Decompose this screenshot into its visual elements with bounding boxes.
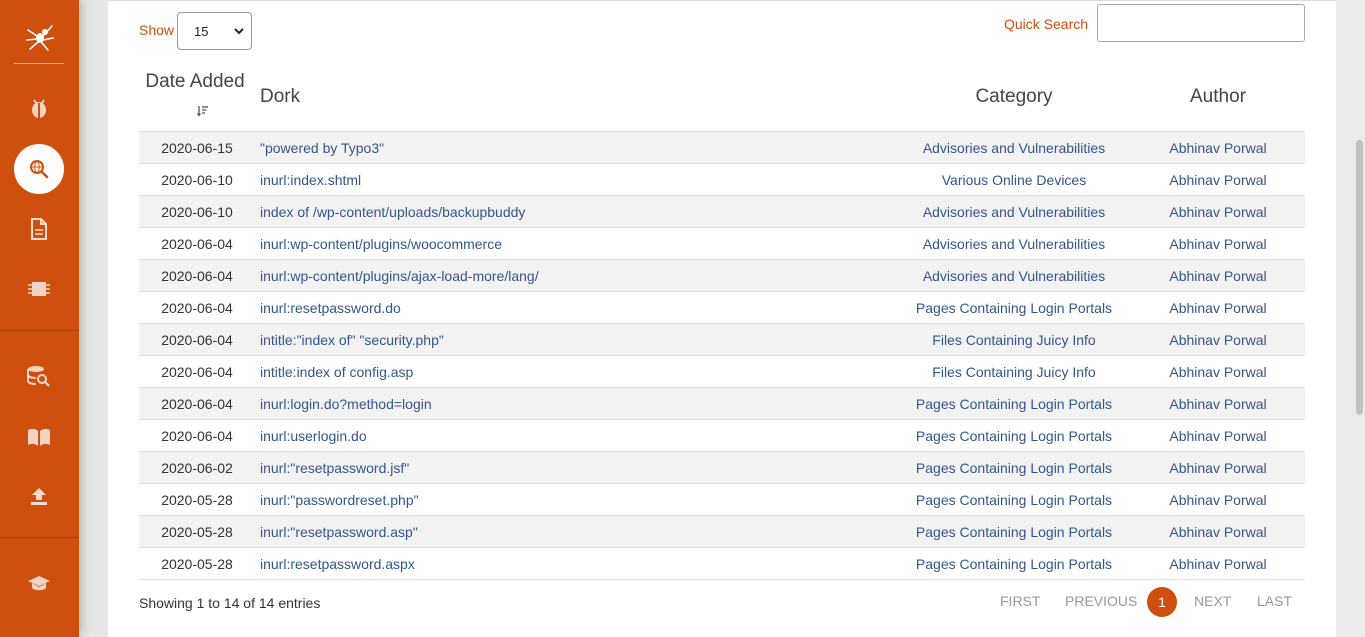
column-header-dork[interactable]: Dork — [260, 86, 300, 108]
dork-link[interactable]: inurl:"resetpassword.asp" — [260, 524, 418, 540]
author-link[interactable]: Abhinav Porwal — [1118, 140, 1318, 156]
author-link[interactable]: Abhinav Porwal — [1118, 556, 1318, 572]
spider-logo-icon[interactable] — [24, 20, 56, 52]
dork-link[interactable]: inurl:index.shtml — [260, 172, 361, 188]
dork-link[interactable]: inurl:"resetpassword.jsf" — [260, 460, 409, 476]
date-cell: 2020-06-04 — [161, 396, 233, 412]
dork-link[interactable]: intitle:"index of" "security.php" — [260, 332, 444, 348]
date-cell: 2020-06-04 — [161, 428, 233, 444]
date-cell: 2020-06-02 — [161, 460, 233, 476]
author-link[interactable]: Abhinav Porwal — [1118, 460, 1318, 476]
author-link[interactable]: Abhinav Porwal — [1118, 236, 1318, 252]
entries-per-page-select[interactable]: 15 — [177, 12, 252, 50]
table-row: 2020-06-10 index of /wp-content/uploads/b… — [139, 196, 1305, 228]
sort-descending-icon[interactable] — [196, 104, 209, 122]
table-row: 2020-06-04 inurl:wp-content/plugins/ajax-… — [139, 260, 1305, 292]
dork-link[interactable]: inurl:resetpassword.do — [260, 300, 401, 316]
table-row: 2020-05-28 inurl:resetpassword.aspx Pages … — [139, 548, 1305, 580]
quick-search-input[interactable] — [1097, 4, 1305, 42]
book-icon[interactable] — [27, 425, 51, 449]
date-cell: 2020-05-28 — [161, 492, 233, 508]
table-row: 2020-05-28 inurl:"resetpassword.asp" Pages… — [139, 516, 1305, 548]
date-cell: 2020-06-04 — [161, 236, 233, 252]
upload-icon[interactable] — [27, 484, 51, 508]
table-row: 2020-06-04 inurl:userlogin.do Pages Contai… — [139, 420, 1305, 452]
show-entries-label: Show — [139, 22, 175, 38]
author-link[interactable]: Abhinav Porwal — [1118, 172, 1318, 188]
author-link[interactable]: Abhinav Porwal — [1118, 364, 1318, 380]
pagination-last[interactable]: LAST — [1257, 593, 1292, 609]
dork-table-card: Show 15 Quick Search Date Added Dork Cat… — [108, 0, 1336, 637]
date-cell: 2020-06-04 — [161, 300, 233, 316]
file-icon[interactable] — [27, 217, 51, 241]
table-row: 2020-06-04 intitle:"index of" "security.p… — [139, 324, 1305, 356]
date-cell: 2020-06-10 — [161, 172, 233, 188]
sidebar — [0, 0, 79, 637]
pagination-previous[interactable]: PREVIOUS — [1065, 593, 1137, 609]
page-gutter — [79, 0, 108, 637]
table-row: 2020-06-15 "powered by Typo3" Advisories a… — [139, 132, 1305, 164]
date-cell: 2020-06-15 — [161, 140, 233, 156]
date-cell: 2020-06-04 — [161, 364, 233, 380]
dork-link[interactable]: "powered by Typo3" — [260, 140, 384, 156]
pagination-current-page[interactable]: 1 — [1147, 587, 1177, 617]
logo-divider — [14, 63, 64, 64]
dork-link[interactable]: intitle:index of config.asp — [260, 364, 413, 380]
pagination-first[interactable]: FIRST — [1000, 593, 1040, 609]
table-row: 2020-06-04 intitle:index of config.asp Fil… — [139, 356, 1305, 388]
entries-info: Showing 1 to 14 of 14 entries — [139, 595, 321, 611]
dork-link[interactable]: inurl:wp-content/plugins/ajax-load-more/… — [260, 268, 539, 284]
entries-per-page-value: 15 — [194, 23, 209, 39]
google-hacking-database-icon[interactable] — [14, 144, 64, 194]
date-cell: 2020-06-04 — [161, 268, 233, 284]
table-row: 2020-06-10 inurl:index.shtml Various Onlin… — [139, 164, 1305, 196]
scrollbar-thumb[interactable] — [1356, 140, 1363, 415]
dork-link[interactable]: inurl:resetpassword.aspx — [260, 556, 415, 572]
dork-link[interactable]: inurl:wp-content/plugins/woocommerce — [260, 236, 502, 252]
table-row: 2020-06-04 inurl:wp-content/plugins/wooco… — [139, 228, 1305, 260]
author-link[interactable]: Abhinav Porwal — [1118, 396, 1318, 412]
date-cell: 2020-06-04 — [161, 332, 233, 348]
dork-link[interactable]: inurl:"passwordreset.php" — [260, 492, 419, 508]
table-row: 2020-06-04 inurl:login.do?method=login Pag… — [139, 388, 1305, 420]
author-link[interactable]: Abhinav Porwal — [1118, 492, 1318, 508]
author-link[interactable]: Abhinav Porwal — [1118, 268, 1318, 284]
date-cell: 2020-05-28 — [161, 556, 233, 572]
dork-link[interactable]: inurl:login.do?method=login — [260, 396, 432, 412]
sidebar-divider — [0, 537, 79, 538]
bug-icon[interactable] — [27, 96, 51, 120]
author-link[interactable]: Abhinav Porwal — [1118, 204, 1318, 220]
column-header-author[interactable]: Author — [1118, 86, 1318, 108]
dork-link[interactable]: inurl:userlogin.do — [260, 428, 367, 444]
quick-search-label: Quick Search — [1004, 16, 1089, 32]
date-cell: 2020-05-28 — [161, 524, 233, 540]
dork-table-body: 2020-06-15 "powered by Typo3" Advisories a… — [139, 131, 1305, 580]
table-row: 2020-06-04 inurl:resetpassword.do Pages Co… — [139, 292, 1305, 324]
database-search-icon[interactable] — [27, 364, 51, 388]
author-link[interactable]: Abhinav Porwal — [1118, 300, 1318, 316]
author-link[interactable]: Abhinav Porwal — [1118, 332, 1318, 348]
table-row: 2020-05-28 inurl:"passwordreset.php" Pages… — [139, 484, 1305, 516]
graduation-cap-icon[interactable] — [27, 571, 51, 595]
chevron-down-icon — [233, 25, 245, 40]
chip-icon[interactable] — [27, 277, 51, 301]
dork-link[interactable]: index of /wp-content/uploads/backupbuddy — [260, 204, 525, 220]
sidebar-divider — [0, 330, 79, 331]
author-link[interactable]: Abhinav Porwal — [1118, 524, 1318, 540]
column-header-date[interactable]: Date Added — [139, 71, 251, 93]
pagination-next[interactable]: NEXT — [1194, 593, 1231, 609]
table-row: 2020-06-02 inurl:"resetpassword.jsf" Pages… — [139, 452, 1305, 484]
author-link[interactable]: Abhinav Porwal — [1118, 428, 1318, 444]
date-cell: 2020-06-10 — [161, 204, 233, 220]
